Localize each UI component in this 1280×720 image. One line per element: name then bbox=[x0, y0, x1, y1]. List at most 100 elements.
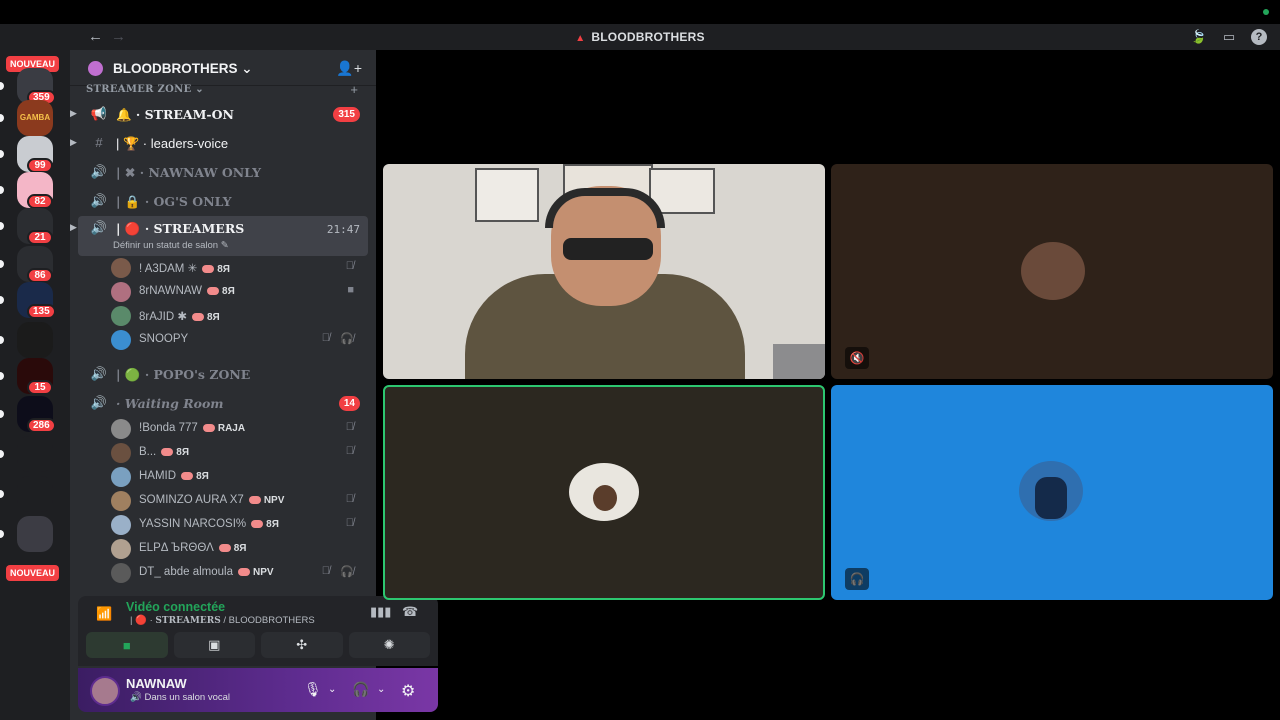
user-name: SNOOPY bbox=[139, 333, 189, 345]
channel-stream-on[interactable]: ▶ 📢 🔔 · STREAM-ON 315 bbox=[70, 102, 368, 128]
user-avatar bbox=[111, 563, 131, 583]
category-header[interactable]: STREAMER ZONE ⌄ bbox=[86, 84, 204, 95]
user-name: DT_ abde almoula NPV bbox=[139, 566, 274, 578]
voice-user[interactable]: ! A3DAM ✳ 8Я 🎙̸ bbox=[108, 256, 368, 278]
add-channel-icon[interactable]: + bbox=[350, 82, 358, 97]
voice-user[interactable]: B... 8Я 🎙̸ bbox=[108, 441, 368, 463]
nitro-leaf-icon[interactable]: 🍃 bbox=[1190, 28, 1208, 46]
unread-pill bbox=[0, 186, 4, 194]
server-header[interactable]: BLOODBROTHERS ⌄ 👤+ bbox=[70, 50, 376, 86]
user-avatar bbox=[111, 282, 131, 302]
channel-name: | ✖ · NAWNAW ONLY bbox=[116, 165, 262, 180]
server-mention-badge: 21 bbox=[27, 230, 53, 245]
channel-badge: 14 bbox=[338, 396, 360, 411]
soundboard-button[interactable]: ✺ bbox=[348, 632, 430, 658]
voice-user[interactable]: YASSIN NARCOSI% 8Я 🎙̸ bbox=[108, 513, 368, 535]
video-tile-2[interactable]: 🔇 bbox=[831, 164, 1273, 379]
server-icon-8[interactable] bbox=[17, 322, 53, 358]
server-icon-13[interactable] bbox=[17, 516, 53, 552]
unread-pill bbox=[0, 490, 4, 498]
voice-channel-icon: 🔊 bbox=[90, 193, 108, 208]
voice-channel-icon: 📢 bbox=[90, 106, 108, 121]
server-icon-2[interactable]: GAMBA bbox=[17, 100, 53, 136]
user-avatar bbox=[111, 258, 131, 278]
channel-waiting-room[interactable]: 🔊 · Waiting Room 14 bbox=[78, 391, 368, 417]
channel-name: | 🔴 · STREAMERS bbox=[116, 221, 245, 236]
audio-options-chevron-icon[interactable]: ⌄ bbox=[377, 684, 385, 695]
video-tile-4[interactable]: 🎧 bbox=[831, 385, 1273, 600]
voice-user[interactable]: SOMINZO AURA X7 NPV 🎙̸ bbox=[108, 489, 368, 511]
user-name: ELPΔ ЪRΘΘΛ 8Я bbox=[139, 542, 247, 554]
server-mention-badge: 135 bbox=[27, 304, 56, 319]
disconnect-icon[interactable]: ☎ bbox=[402, 604, 418, 620]
muted-mic-icon: 🎙̸ bbox=[345, 493, 354, 505]
channel-streamers[interactable]: ▶ 🔊 | 🔴 · STREAMERS 21:47 Définir un statut … bbox=[70, 216, 368, 256]
headphones-icon[interactable]: 🎧 bbox=[352, 681, 369, 698]
channel-popo-s-zone[interactable]: 🔊 | 🟢 · POPO's ZONE bbox=[78, 362, 368, 388]
user-name: 8rAJID ✱ 8Я bbox=[139, 311, 220, 323]
noise-suppression-icon[interactable]: ▮▮▮ bbox=[370, 604, 391, 620]
expand-caret-icon[interactable]: ▶ bbox=[70, 222, 77, 233]
activities-button[interactable]: ✣ bbox=[261, 632, 343, 658]
gear-icon[interactable]: ⚙ bbox=[401, 681, 415, 701]
voice-user[interactable]: 8rNAWNAW 8Я ■ bbox=[108, 280, 368, 302]
voice-user[interactable]: DT_ abde almoula NPV 🎙̸ 🎧̸ bbox=[108, 561, 368, 583]
server-icon-12[interactable] bbox=[17, 476, 53, 512]
voice-channel-path[interactable]: | 🔴 · STREAMERS / BLOODBROTHERS bbox=[130, 615, 315, 626]
server-icon-11[interactable] bbox=[17, 436, 53, 472]
headphones bbox=[545, 188, 665, 228]
user-tag: 8Я bbox=[218, 543, 247, 554]
unread-pill bbox=[0, 222, 4, 230]
sofa bbox=[773, 344, 825, 379]
channel-og-s-only[interactable]: 🔊 | 🔒 · OG'S ONLY bbox=[78, 189, 368, 215]
unread-pill bbox=[0, 150, 4, 158]
user-tag: 8Я bbox=[251, 519, 279, 530]
mic-options-chevron-icon[interactable]: ⌄ bbox=[328, 684, 336, 695]
invite-icon[interactable]: 👤+ bbox=[336, 60, 362, 77]
video-tile-3-speaking[interactable] bbox=[383, 385, 825, 600]
channel-badge: 315 bbox=[333, 107, 360, 122]
deafened-icon: 🎧̸ bbox=[340, 333, 354, 345]
voice-user[interactable]: !Bonda 777 RAJA 🎙̸ bbox=[108, 417, 368, 439]
user-tag: NPV bbox=[237, 567, 274, 578]
microphone-icon[interactable]: 🎙 bbox=[304, 681, 322, 698]
user-tag: 8Я bbox=[191, 312, 220, 323]
avatar[interactable] bbox=[90, 676, 120, 706]
voice-user[interactable]: 8rAJID ✱ 8Я bbox=[108, 304, 368, 326]
call-timer: 21:47 bbox=[326, 223, 360, 236]
unread-pill bbox=[0, 296, 4, 304]
voice-user[interactable]: SNOOPY 🎙̸ 🎧̸ bbox=[108, 328, 368, 350]
inbox-icon[interactable]: ▭ bbox=[1220, 28, 1238, 46]
camera-button[interactable]: ■ bbox=[86, 632, 168, 658]
expand-caret-icon[interactable]: ▶ bbox=[70, 137, 77, 148]
signal-icon[interactable]: 📶 bbox=[96, 606, 112, 622]
channel-nawnaw-only[interactable]: 🔊 | ✖ · NAWNAW ONLY bbox=[78, 160, 368, 186]
user-name: SOMINZO AURA X7 NPV bbox=[139, 494, 285, 506]
channel-status[interactable]: Définir un statut de salon ✎ bbox=[113, 240, 229, 251]
new-badge-bottom: NOUVEAU bbox=[6, 565, 60, 581]
voice-user[interactable]: ELPΔ ЪRΘΘΛ 8Я bbox=[108, 537, 368, 559]
user-tag: 8Я bbox=[181, 471, 209, 482]
voice-status[interactable]: Vidéo connectée bbox=[126, 600, 225, 614]
unread-pill bbox=[0, 260, 4, 268]
sunglasses bbox=[563, 238, 653, 260]
user-avatar bbox=[111, 306, 131, 326]
participant-avatar bbox=[1021, 242, 1085, 300]
channel-name: | 🏆 · leaders-voice bbox=[116, 136, 229, 151]
server-mention-badge: 15 bbox=[27, 380, 53, 395]
unread-pill bbox=[0, 530, 4, 538]
deafen-icon: 🎧 bbox=[845, 568, 869, 590]
server-icon: ▲ bbox=[575, 33, 586, 44]
help-icon[interactable]: ? bbox=[1250, 28, 1268, 46]
server-name[interactable]: BLOODBROTHERS ⌄ bbox=[113, 61, 253, 77]
expand-caret-icon[interactable]: ▶ bbox=[70, 108, 77, 119]
user-name: YASSIN NARCOSI% 8Я bbox=[139, 518, 279, 530]
voice-channel-icon: 🔊 bbox=[90, 366, 108, 381]
username[interactable]: NAWNAW bbox=[126, 676, 187, 691]
channel-leaders-voice[interactable]: ▶ # | 🏆 · leaders-voice bbox=[70, 131, 368, 157]
screen-share-button[interactable]: ▣ bbox=[173, 632, 255, 658]
user-avatar bbox=[111, 491, 131, 511]
video-tile-1[interactable] bbox=[383, 164, 825, 379]
participant-figure bbox=[1035, 477, 1067, 519]
voice-user[interactable]: HAMID 8Я bbox=[108, 465, 368, 487]
